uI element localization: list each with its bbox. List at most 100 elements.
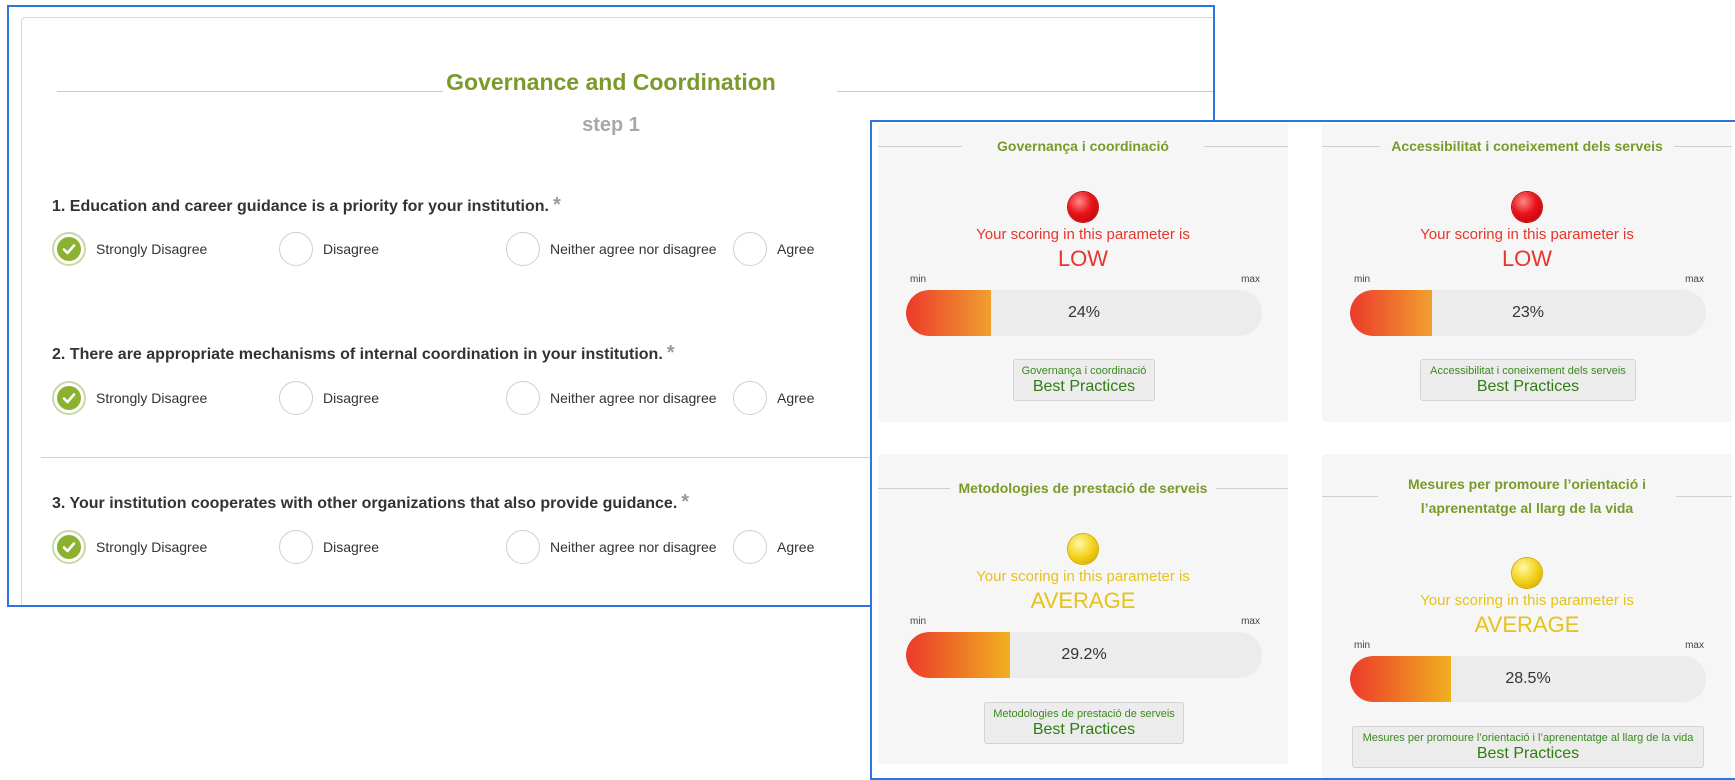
header-rule-left [1322,496,1378,497]
option-label: Agree [777,390,815,406]
question-text: 3. Your institution cooperates with othe… [52,495,678,512]
check-icon [57,535,81,559]
q1-option-strongly-disagree[interactable]: Strongly Disagree [52,231,207,267]
score-progress-bar: 23% [1350,290,1706,336]
best-practices-label: Best Practices [1476,745,1580,762]
question-1: 1. Education and career guidance is a pr… [52,194,561,217]
radio-unchecked[interactable] [733,232,767,266]
radio-unchecked[interactable] [506,530,540,564]
status-light-red-icon [1068,192,1098,222]
option-label: Disagree [323,539,380,555]
radio-checked[interactable] [52,232,86,266]
result-card-lifelong-guidance: Mesures per promoure l’orientació i l’ap… [1322,454,1732,778]
results-window: Governança i coordinació Your scoring in… [870,120,1735,780]
radio-checked[interactable] [52,530,86,564]
q1-option-agree[interactable]: Agree [733,231,814,267]
card-header: Mesures per promoure l’orientació i l’ap… [1322,472,1732,520]
option-label: Disagree [323,241,380,257]
radio-unchecked[interactable] [506,232,540,266]
radio-unchecked[interactable] [279,381,313,415]
min-label: min [910,274,927,285]
q2-option-neither[interactable]: Neither agree nor disagree [506,380,717,416]
header-rule-right [1204,146,1288,147]
question-text: 2. There are appropriate mechanisms of i… [52,346,663,363]
q3-option-strongly-disagree[interactable]: Strongly Disagree [52,529,207,565]
radio-checked[interactable] [52,381,86,415]
question-divider [41,457,881,458]
radio-unchecked[interactable] [506,381,540,415]
required-marker: * [666,342,675,364]
best-practices-subtitle: Metodologies de prestació de serveis [993,708,1175,720]
best-practices-button[interactable]: Accessibilitat i coneixement dels servei… [1420,359,1636,401]
best-practices-button[interactable]: Mesures per promoure l’orientació i l’ap… [1352,726,1704,768]
card-title: Accessibilitat i coneixement dels servei… [1391,138,1663,154]
question-3: 3. Your institution cooperates with othe… [52,491,689,514]
score-level: AVERAGE [1474,612,1580,637]
best-practices-button[interactable]: Governança i coordinació Best Practices [1013,359,1155,401]
min-label: min [1354,640,1371,651]
min-label: min [910,616,927,627]
progress-percent: 28.5% [1505,670,1551,687]
radio-unchecked[interactable] [733,381,767,415]
check-icon [57,386,81,410]
status-light-red-icon [1512,192,1542,222]
score-caption: Your scoring in this parameter is [1420,226,1634,243]
option-label: Neither agree nor disagree [550,241,717,257]
max-label: max [1241,616,1260,627]
progress-percent: 24% [1067,304,1101,321]
score-progress-bar: 24% [906,290,1262,336]
card-title: Metodologies de prestació de serveis [958,480,1208,496]
result-card-accessibility: Accessibilitat i coneixement dels servei… [1322,124,1732,422]
radio-unchecked[interactable] [733,530,767,564]
best-practices-subtitle: Governança i coordinació [1021,365,1147,377]
required-marker: * [552,194,561,216]
q2-option-agree[interactable]: Agree [733,380,814,416]
best-practices-label: Best Practices [1476,378,1580,395]
score-level: LOW [1501,246,1553,271]
q1-option-neither[interactable]: Neither agree nor disagree [506,231,717,267]
required-marker: * [681,491,690,513]
option-label: Strongly Disagree [96,241,208,257]
status-light-yellow-icon [1068,534,1098,564]
option-label: Disagree [323,390,380,406]
q3-option-neither[interactable]: Neither agree nor disagree [506,529,717,565]
score-caption: Your scoring in this parameter is [976,226,1190,243]
option-label: Neither agree nor disagree [550,539,717,555]
score-progress-bar: 29.2% [906,632,1262,678]
min-label: min [1354,274,1371,285]
card-header: Accessibilitat i coneixement dels servei… [1322,134,1732,158]
check-icon [57,237,81,261]
option-label: Strongly Disagree [96,539,208,555]
header-rule-left [878,146,962,147]
score-level: LOW [1057,246,1109,271]
q1-option-disagree[interactable]: Disagree [279,231,379,267]
page-title: Governance and Coordination [446,69,776,95]
header-rule-right [1216,488,1288,489]
max-label: max [1685,274,1704,285]
score-caption: Your scoring in this parameter is [1420,592,1634,609]
result-card-methodologies: Metodologies de prestació de serveis You… [878,454,1288,764]
best-practices-label: Best Practices [1032,378,1136,395]
header-rule-right [1674,146,1732,147]
best-practices-button[interactable]: Metodologies de prestació de serveis Bes… [984,702,1184,744]
card-title: Governança i coordinació [997,138,1169,154]
question-text: 1. Education and career guidance is a pr… [52,198,549,215]
option-label: Agree [777,539,815,555]
score-progress-bar: 28.5% [1350,656,1706,702]
header-rule-left [878,488,950,489]
header-rule-left [1322,146,1380,147]
option-label: Agree [777,241,815,257]
score-level: AVERAGE [1030,588,1136,613]
q3-option-disagree[interactable]: Disagree [279,529,379,565]
radio-unchecked[interactable] [279,530,313,564]
card-title: Mesures per promoure l’orientació i l’ap… [1407,476,1647,516]
best-practices-subtitle: Mesures per promoure l’orientació i l’ap… [1362,732,1694,744]
q2-option-strongly-disagree[interactable]: Strongly Disagree [52,380,207,416]
card-header: Governança i coordinació [878,134,1288,158]
q3-option-agree[interactable]: Agree [733,529,814,565]
q2-option-disagree[interactable]: Disagree [279,380,379,416]
result-card-governance: Governança i coordinació Your scoring in… [878,124,1288,422]
radio-unchecked[interactable] [279,232,313,266]
option-label: Neither agree nor disagree [550,390,717,406]
card-header: Metodologies de prestació de serveis [878,476,1288,500]
